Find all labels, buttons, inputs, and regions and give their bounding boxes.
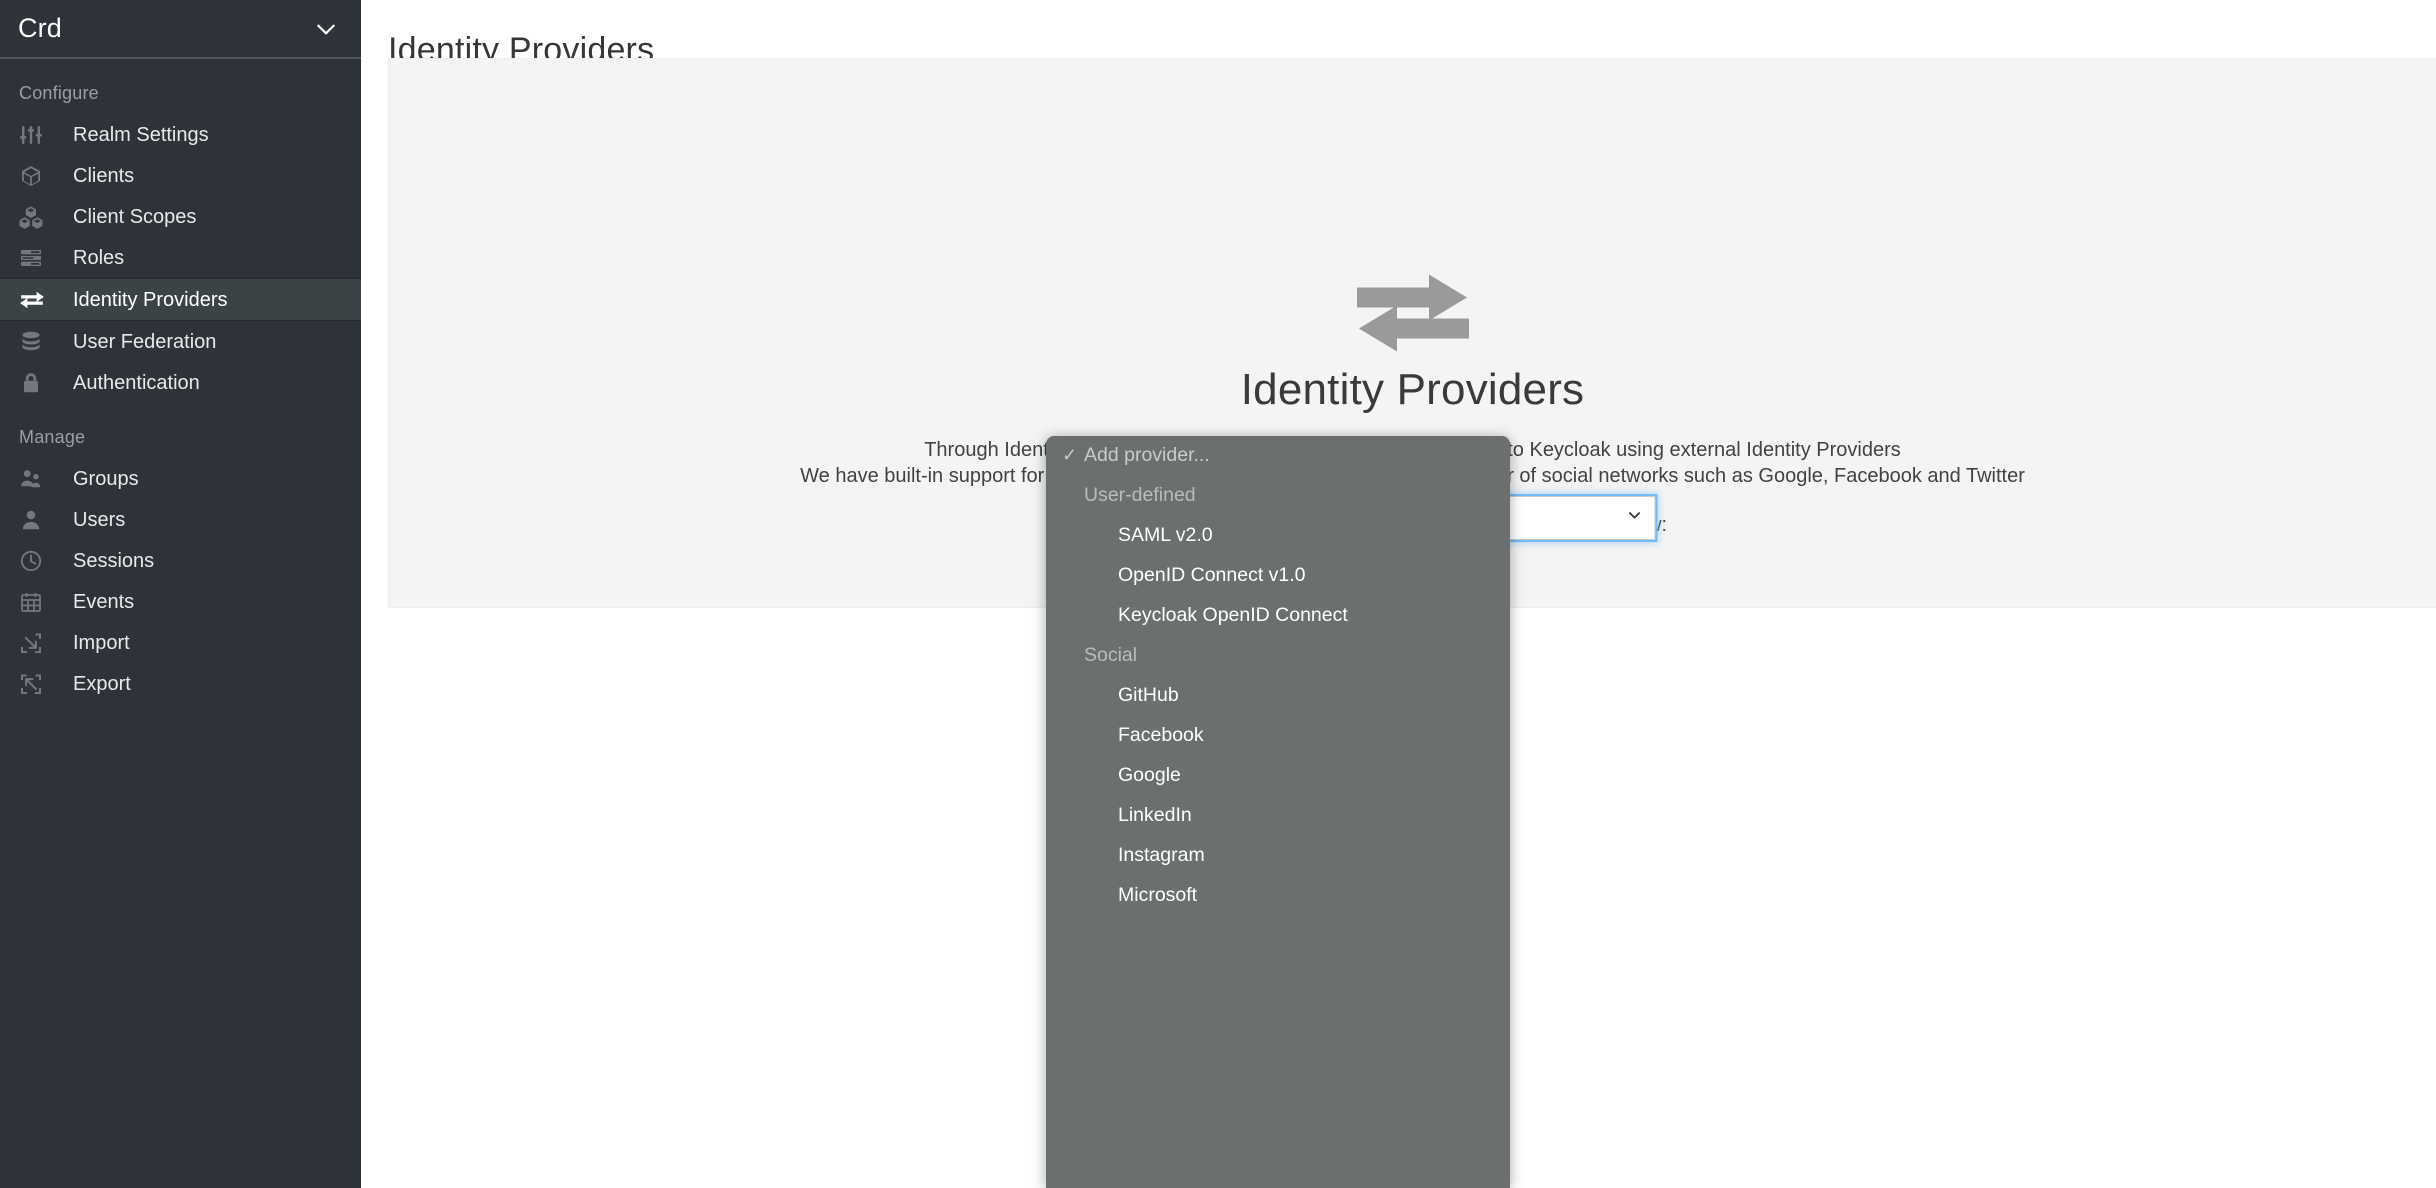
lock-icon bbox=[19, 370, 51, 396]
dropdown-spacer bbox=[1046, 469, 1510, 482]
sidebar-item-label: Clients bbox=[73, 164, 135, 187]
sidebar-item-events[interactable]: Events bbox=[0, 581, 361, 622]
sidebar-item-label: Identity Providers bbox=[73, 288, 228, 311]
sidebar-item-label: Realm Settings bbox=[73, 123, 209, 146]
dropdown-option-microsoft[interactable]: Microsoft bbox=[1046, 882, 1510, 909]
sidebar-item-client-scopes[interactable]: Client Scopes bbox=[0, 196, 361, 237]
exchange-arrows-icon bbox=[19, 287, 51, 313]
dropdown-option-github[interactable]: GitHub bbox=[1046, 682, 1510, 709]
dropdown-option-saml-v2[interactable]: SAML v2.0 bbox=[1046, 522, 1510, 549]
dropdown-spacer bbox=[1046, 869, 1510, 882]
sidebar-item-authentication[interactable]: Authentication bbox=[0, 362, 361, 403]
dropdown-option-label: Add provider... bbox=[1084, 444, 1210, 466]
dropdown-spacer bbox=[1046, 549, 1510, 562]
exchange-arrows-icon bbox=[389, 271, 2436, 355]
dropdown-option-instagram[interactable]: Instagram bbox=[1046, 842, 1510, 869]
dropdown-spacer bbox=[1046, 789, 1510, 802]
database-icon bbox=[19, 329, 51, 355]
nav-section-configure-label: Configure bbox=[19, 83, 99, 103]
sidebar-item-label: Export bbox=[73, 672, 131, 695]
sidebar-item-label: Client Scopes bbox=[73, 205, 197, 228]
dropdown-spacer bbox=[1046, 589, 1510, 602]
sidebar-item-user-federation[interactable]: User Federation bbox=[0, 321, 361, 362]
sidebar-item-realm-settings[interactable]: Realm Settings bbox=[0, 114, 361, 155]
clock-icon bbox=[19, 548, 51, 574]
chevron-down-icon[interactable] bbox=[313, 16, 339, 42]
dropdown-spacer bbox=[1046, 509, 1510, 522]
nav-section-manage-label: Manage bbox=[19, 427, 86, 447]
sidebar-item-export[interactable]: Export bbox=[0, 663, 361, 704]
cube-icon bbox=[19, 163, 51, 189]
dropdown-group-user-defined: User-defined bbox=[1084, 484, 1196, 506]
dropdown-spacer bbox=[1046, 669, 1510, 682]
sidebar-item-groups[interactable]: Groups bbox=[0, 458, 361, 499]
dropdown-group-social: Social bbox=[1084, 644, 1138, 666]
import-arrow-icon bbox=[19, 630, 51, 656]
dropdown-spacer bbox=[1046, 709, 1510, 722]
dropdown-option-openid-connect-v1[interactable]: OpenID Connect v1.0 bbox=[1046, 562, 1510, 589]
sidebar-item-label: User Federation bbox=[73, 330, 217, 353]
dropdown-option-google[interactable]: Google bbox=[1046, 762, 1510, 789]
sidebar-item-users[interactable]: Users bbox=[0, 499, 361, 540]
dropdown-option-facebook[interactable]: Facebook bbox=[1046, 722, 1510, 749]
dropdown-spacer bbox=[1046, 829, 1510, 842]
check-icon: ✓ bbox=[1062, 445, 1078, 465]
calendar-icon bbox=[19, 589, 51, 615]
sidebar-item-import[interactable]: Import bbox=[0, 622, 361, 663]
list-rows-icon bbox=[19, 245, 51, 271]
sidebar-item-label: Authentication bbox=[73, 371, 200, 394]
dropdown-option-linkedin[interactable]: LinkedIn bbox=[1046, 802, 1510, 829]
empty-state-title: Identity Providers bbox=[1240, 365, 1585, 414]
sidebar-item-label: Users bbox=[73, 508, 126, 531]
sliders-icon bbox=[19, 122, 51, 148]
realm-selector[interactable]: Crd bbox=[0, 0, 361, 57]
user-icon bbox=[19, 507, 51, 533]
export-arrow-icon bbox=[19, 671, 51, 697]
chevron-down-icon[interactable] bbox=[1626, 507, 1642, 529]
dropdown-spacer bbox=[1046, 629, 1510, 642]
users-icon bbox=[19, 466, 51, 492]
sidebar-item-identity-providers[interactable]: Identity Providers bbox=[0, 278, 361, 321]
sidebar-item-label: Import bbox=[73, 631, 130, 654]
sidebar-item-label: Roles bbox=[73, 246, 125, 269]
cubes-icon bbox=[19, 204, 51, 230]
keycloak-admin-console: Crd Configure Realm Settings Clients Cli… bbox=[0, 0, 2436, 1188]
sidebar-item-roles[interactable]: Roles bbox=[0, 237, 361, 278]
sidebar-item-label: Events bbox=[73, 590, 135, 613]
realm-name: Crd bbox=[18, 13, 62, 43]
dropdown-option-add-provider[interactable]: ✓ Add provider... bbox=[1046, 442, 1510, 469]
sidebar: Crd Configure Realm Settings Clients Cli… bbox=[0, 0, 361, 1188]
dropdown-option-keycloak-openid-connect[interactable]: Keycloak OpenID Connect bbox=[1046, 602, 1510, 629]
sidebar-item-label: Groups bbox=[73, 467, 139, 490]
dropdown-spacer bbox=[1046, 749, 1510, 762]
sidebar-item-sessions[interactable]: Sessions bbox=[0, 540, 361, 581]
sidebar-item-label: Sessions bbox=[73, 549, 155, 572]
provider-dropdown-menu[interactable]: ✓ Add provider... User-defined SAML v2.0… bbox=[1046, 436, 1510, 1188]
sidebar-item-clients[interactable]: Clients bbox=[0, 155, 361, 196]
